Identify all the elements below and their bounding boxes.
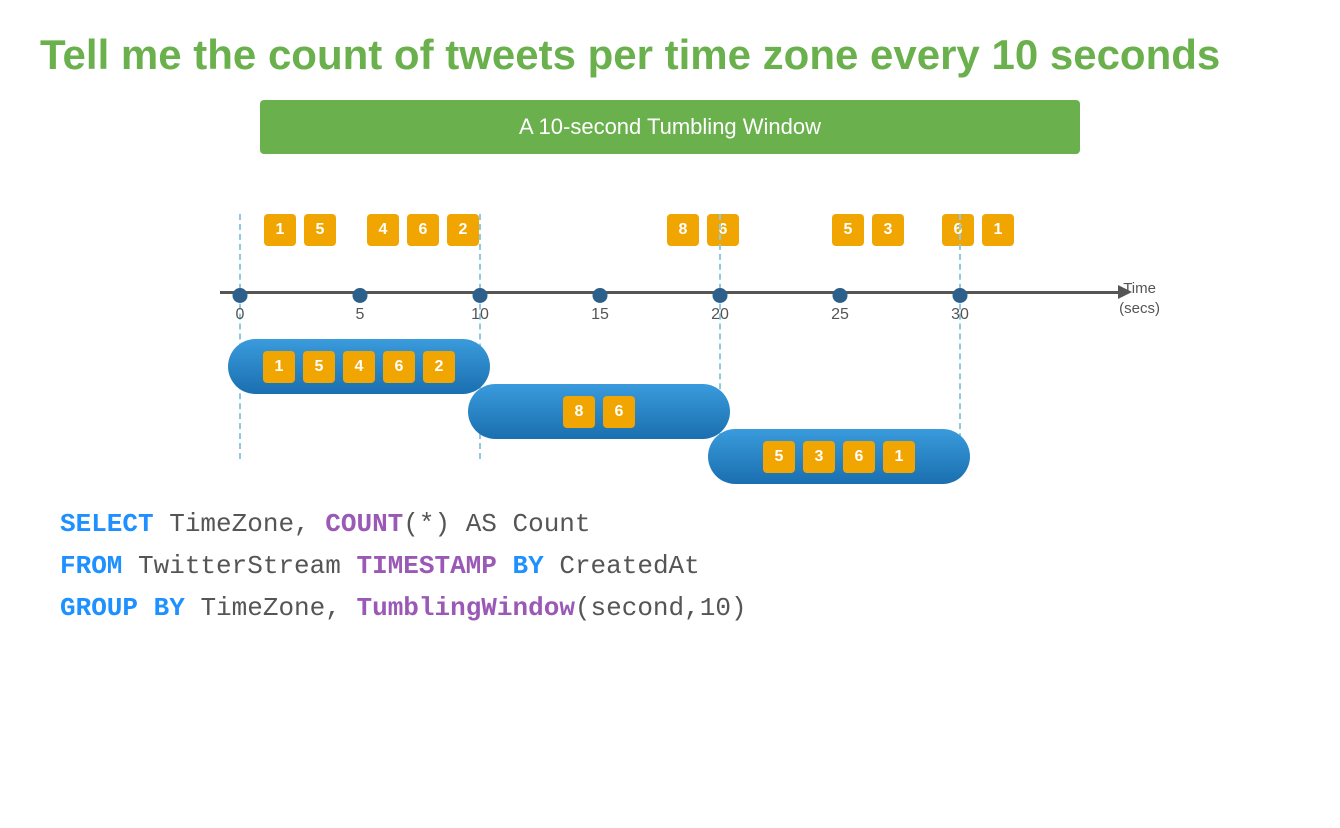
label-10: 10 [471,306,489,324]
time-secs-label: Time (secs) [1119,279,1160,318]
kw-from: FROM [60,551,122,581]
badge-1-1: 1 [264,214,296,246]
sql-tz2: TimeZone, [185,593,357,623]
label-30: 30 [951,306,969,324]
badge-group-5-above: 6 1 [940,214,1016,246]
sql-tumbling-args: (second,10) [575,593,747,623]
sql-line-3: GROUP BY TimeZone, TumblingWindow(second… [60,588,1300,630]
dashed-line-30 [959,214,961,459]
kw-count: COUNT [325,509,403,539]
kw-select: SELECT [60,509,154,539]
badge-group-1-above: 1 5 [262,214,338,246]
badge-5-2: 1 [982,214,1014,246]
window-bar-3: 5 3 6 1 [708,429,970,484]
badge-group-3-above: 8 6 [665,214,741,246]
badge-3-2: 6 [707,214,739,246]
page: Tell me the count of tweets per time zon… [0,0,1340,828]
main-title: Tell me the count of tweets per time zon… [40,30,1300,80]
dashed-line-0 [239,214,241,459]
label-15: 15 [591,306,609,324]
sql-tz: TimeZone, [154,509,326,539]
label-20: 20 [711,306,729,324]
sql-space [497,551,513,581]
window-bar-1: 1 5 4 6 2 [228,339,490,394]
badge-group-4-above: 5 3 [830,214,906,246]
label-5: 5 [356,306,365,324]
dot-20 [713,288,728,303]
badge-2-1: 4 [367,214,399,246]
dot-25 [833,288,848,303]
diagram-container: 1 5 4 6 2 8 6 5 3 6 1 [210,184,1130,494]
dot-10 [473,288,488,303]
window-banner: A 10-second Tumbling Window [260,100,1080,154]
badge-1-2: 5 [304,214,336,246]
dot-30 [953,288,968,303]
kw-group: GROUP [60,593,138,623]
dot-0 [233,288,248,303]
badge-4-2: 3 [872,214,904,246]
dot-15 [593,288,608,303]
kw-by2: BY [154,593,185,623]
badge-5-1: 6 [942,214,974,246]
label-25: 25 [831,306,849,324]
sql-count-rest: (*) AS Count [403,509,590,539]
badge-2-2: 6 [407,214,439,246]
sql-createdat: CreatedAt [544,551,700,581]
badge-group-2-above: 4 6 2 [365,214,481,246]
kw-timestamp: TIMESTAMP [356,551,496,581]
badge-2-3: 2 [447,214,479,246]
badge-3-1: 8 [667,214,699,246]
sql-line-1: SELECT TimeZone, COUNT(*) AS Count [60,504,1300,546]
sql-stream: TwitterStream [122,551,356,581]
window-bar-2: 8 6 [468,384,730,439]
label-0: 0 [236,306,245,324]
kw-tumbling: TumblingWindow [356,593,574,623]
sql-section: SELECT TimeZone, COUNT(*) AS Count FROM … [40,504,1300,629]
badge-4-1: 5 [832,214,864,246]
sql-line-2: FROM TwitterStream TIMESTAMP BY CreatedA… [60,546,1300,588]
kw-by: BY [513,551,544,581]
dot-5 [353,288,368,303]
